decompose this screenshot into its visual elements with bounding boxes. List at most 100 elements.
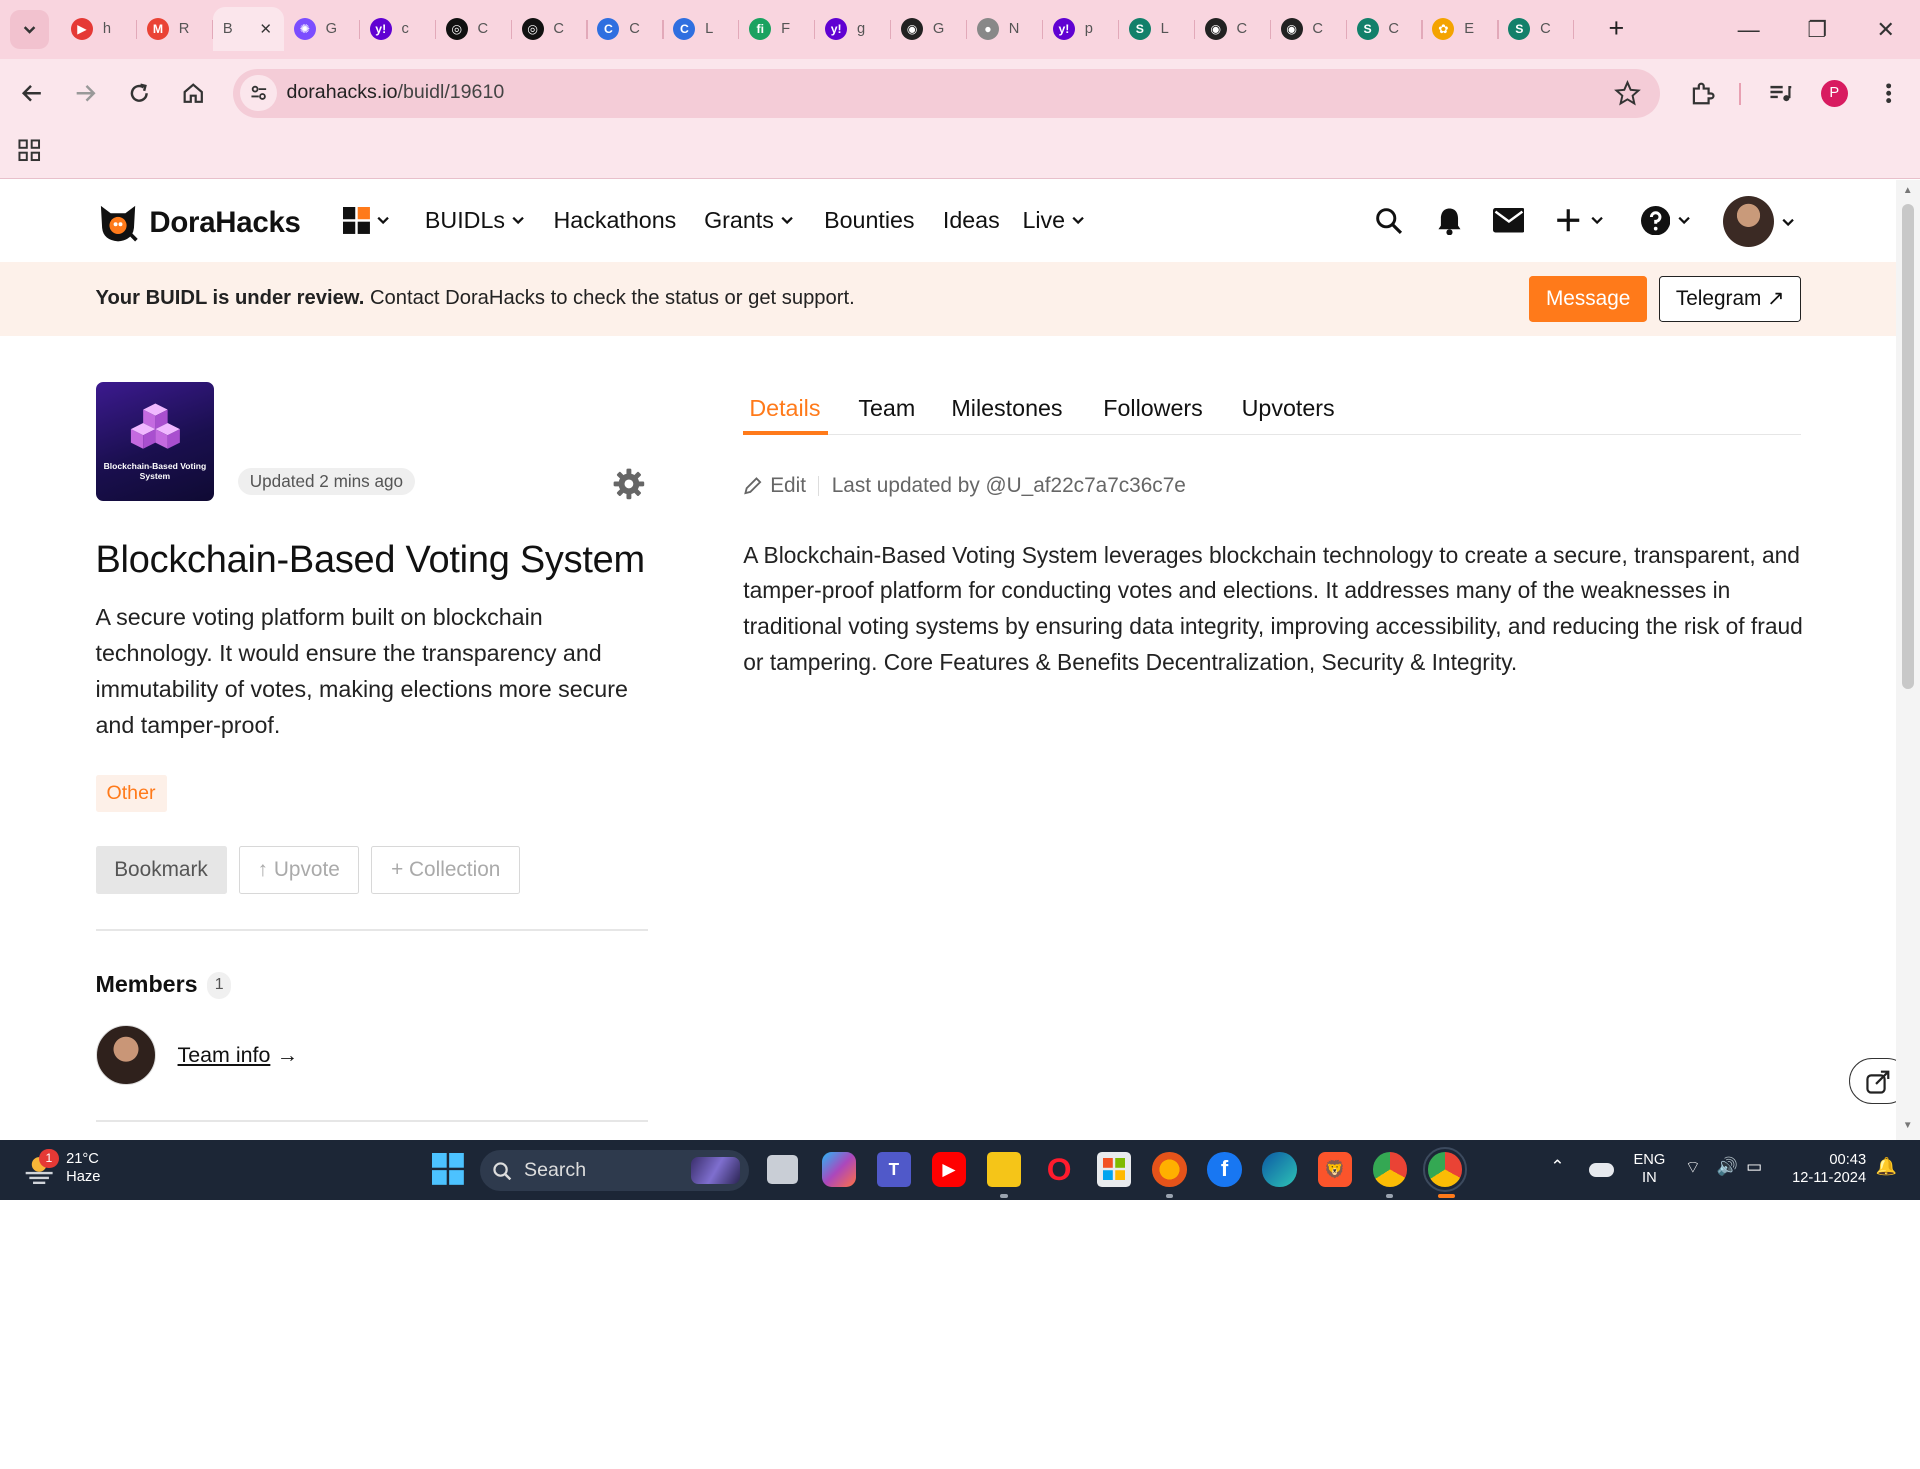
team-info-link[interactable]: Team info [178, 1043, 271, 1068]
browser-tab[interactable]: y! c [360, 7, 436, 51]
browser-tab[interactable]: B × [213, 7, 285, 52]
extensions-button[interactable] [1685, 76, 1719, 110]
tab-details[interactable]: Details [749, 395, 820, 422]
youtube-icon[interactable]: ▶ [931, 1152, 967, 1187]
minimize-button[interactable]: — [1734, 15, 1763, 44]
browser-tab[interactable]: ▶ h [61, 7, 138, 51]
browser-tab[interactable]: ◎ C [512, 7, 588, 51]
nav-hackathons[interactable]: Hackathons [553, 207, 676, 234]
page-scrollbar[interactable]: ▲ ▼ [1895, 180, 1920, 1140]
reload-button[interactable] [122, 76, 156, 110]
wifi-icon[interactable]: ⌔ [1685, 1158, 1701, 1176]
apps-grid-icon[interactable] [17, 138, 41, 162]
browser-tab[interactable]: SC [1499, 7, 1575, 51]
close-tab-icon[interactable]: × [255, 18, 277, 40]
chrome-icon[interactable] [1372, 1152, 1407, 1187]
copilot-icon[interactable] [821, 1152, 856, 1187]
browser-tab[interactable]: y! p [1043, 7, 1120, 51]
browser-tab[interactable]: fi F [739, 7, 816, 51]
taskbar-search[interactable]: Search [480, 1149, 750, 1192]
battery-icon[interactable]: ▭ [1746, 1157, 1762, 1175]
browser-tab[interactable]: ◉ G [891, 7, 968, 51]
firefox-icon[interactable] [1152, 1152, 1187, 1187]
browser-tab[interactable]: ◉ C [1271, 7, 1347, 51]
browser-tab[interactable]: CL [664, 7, 740, 51]
profile-button[interactable]: P [1817, 76, 1851, 110]
address-bar[interactable]: dorahacks.io/buidl/19610 [232, 68, 1661, 118]
start-button[interactable] [431, 1152, 465, 1186]
dorahacks-logo[interactable]: DoraHacks [96, 201, 301, 245]
tab-milestones[interactable]: Milestones [951, 395, 1062, 422]
scroll-down-arrow[interactable]: ▼ [1902, 1120, 1914, 1132]
nav-live[interactable]: Live [1022, 207, 1085, 234]
browser-tab[interactable]: ✿ E [1423, 7, 1499, 51]
file-explorer-icon[interactable] [986, 1152, 1022, 1187]
message-button[interactable]: Message [1529, 275, 1647, 323]
browser-tab[interactable]: ◎ C [436, 7, 512, 51]
add-to-collection-button[interactable]: + Collection [371, 846, 521, 894]
bookmarks-bar [0, 127, 1920, 179]
restore-button[interactable]: ❐ [1802, 15, 1831, 44]
chevron-down-icon[interactable] [1782, 216, 1794, 228]
tab-search-button[interactable] [9, 9, 49, 49]
browser-tab[interactable]: CC [588, 7, 664, 51]
clock[interactable]: 00:43 12-11-2024 [1785, 1151, 1866, 1188]
tab-upvoters[interactable]: Upvoters [1242, 395, 1335, 422]
bookmark-button[interactable]: Bookmark [95, 846, 227, 894]
project-title: Blockchain-Based Voting System [95, 538, 646, 581]
browser-tab[interactable]: SC [1347, 7, 1423, 51]
facebook-icon[interactable]: f [1207, 1152, 1242, 1187]
chrome-profile-icon[interactable] [1422, 1146, 1468, 1193]
teams-icon[interactable]: T [876, 1152, 912, 1187]
forward-button[interactable] [69, 76, 103, 110]
notification-bell-icon[interactable]: 🔔 [1876, 1157, 1897, 1175]
language-indicator[interactable]: ENG IN [1633, 1151, 1665, 1188]
tab-team[interactable]: Team [858, 395, 915, 422]
messages-button[interactable] [1492, 204, 1525, 236]
browser-tab[interactable]: y! g [815, 7, 892, 51]
search-button[interactable] [1373, 204, 1405, 236]
bookmark-star-icon[interactable] [1613, 79, 1641, 107]
task-view-icon[interactable] [766, 1154, 799, 1185]
nav-buidls[interactable]: BUIDLs [425, 207, 525, 234]
browser-tab[interactable]: ◉ C [1195, 7, 1271, 51]
edge-icon[interactable] [1262, 1152, 1297, 1187]
microsoft-store-icon[interactable] [1097, 1152, 1132, 1187]
upvote-button[interactable]: ↑ Upvote [238, 846, 359, 894]
chrome-menu-button[interactable] [1871, 76, 1905, 110]
home-button[interactable] [176, 76, 210, 110]
close-window-button[interactable]: ✕ [1871, 15, 1900, 44]
brave-icon[interactable]: 🦁 [1317, 1152, 1352, 1187]
nav-ideas[interactable]: Ideas [943, 207, 1000, 234]
browser-tab[interactable]: SL [1119, 7, 1195, 51]
back-button[interactable] [15, 76, 49, 110]
notifications-button[interactable] [1434, 204, 1466, 236]
category-tag[interactable]: Other [95, 775, 167, 812]
create-menu[interactable] [1553, 204, 1607, 236]
tab-title: C [1388, 21, 1399, 38]
products-menu[interactable] [342, 206, 390, 234]
tab-followers[interactable]: Followers [1103, 395, 1202, 422]
nav-grants[interactable]: Grants [704, 207, 793, 234]
scroll-thumb[interactable] [1901, 204, 1914, 690]
weather-widget[interactable]: 1 21°C Haze [22, 1148, 100, 1187]
browser-tab[interactable]: ✺ G [284, 7, 360, 51]
edit-button[interactable]: Edit [743, 474, 806, 498]
scroll-up-arrow[interactable]: ▲ [1902, 185, 1914, 197]
help-menu[interactable] [1638, 204, 1692, 236]
new-tab-button[interactable]: + [1602, 14, 1631, 44]
onedrive-icon[interactable] [1589, 1163, 1614, 1177]
browser-tab[interactable]: MR [137, 7, 214, 51]
user-avatar[interactable] [1722, 195, 1775, 248]
member-avatar[interactable] [95, 1024, 156, 1085]
nav-bounties[interactable]: Bounties [824, 207, 914, 234]
opera-icon[interactable]: O [1042, 1151, 1076, 1187]
browser-tab[interactable]: ● N [967, 7, 1044, 51]
gear-icon[interactable] [613, 468, 645, 500]
media-control-button[interactable] [1763, 76, 1797, 110]
share-button[interactable] [1848, 1057, 1896, 1105]
show-hidden-icons-chevron-icon[interactable]: ⌃ [1550, 1157, 1564, 1175]
volume-icon[interactable]: 🔊 [1717, 1157, 1738, 1175]
telegram-button[interactable]: Telegram ↗ [1659, 275, 1802, 323]
site-info-button[interactable] [239, 74, 277, 112]
